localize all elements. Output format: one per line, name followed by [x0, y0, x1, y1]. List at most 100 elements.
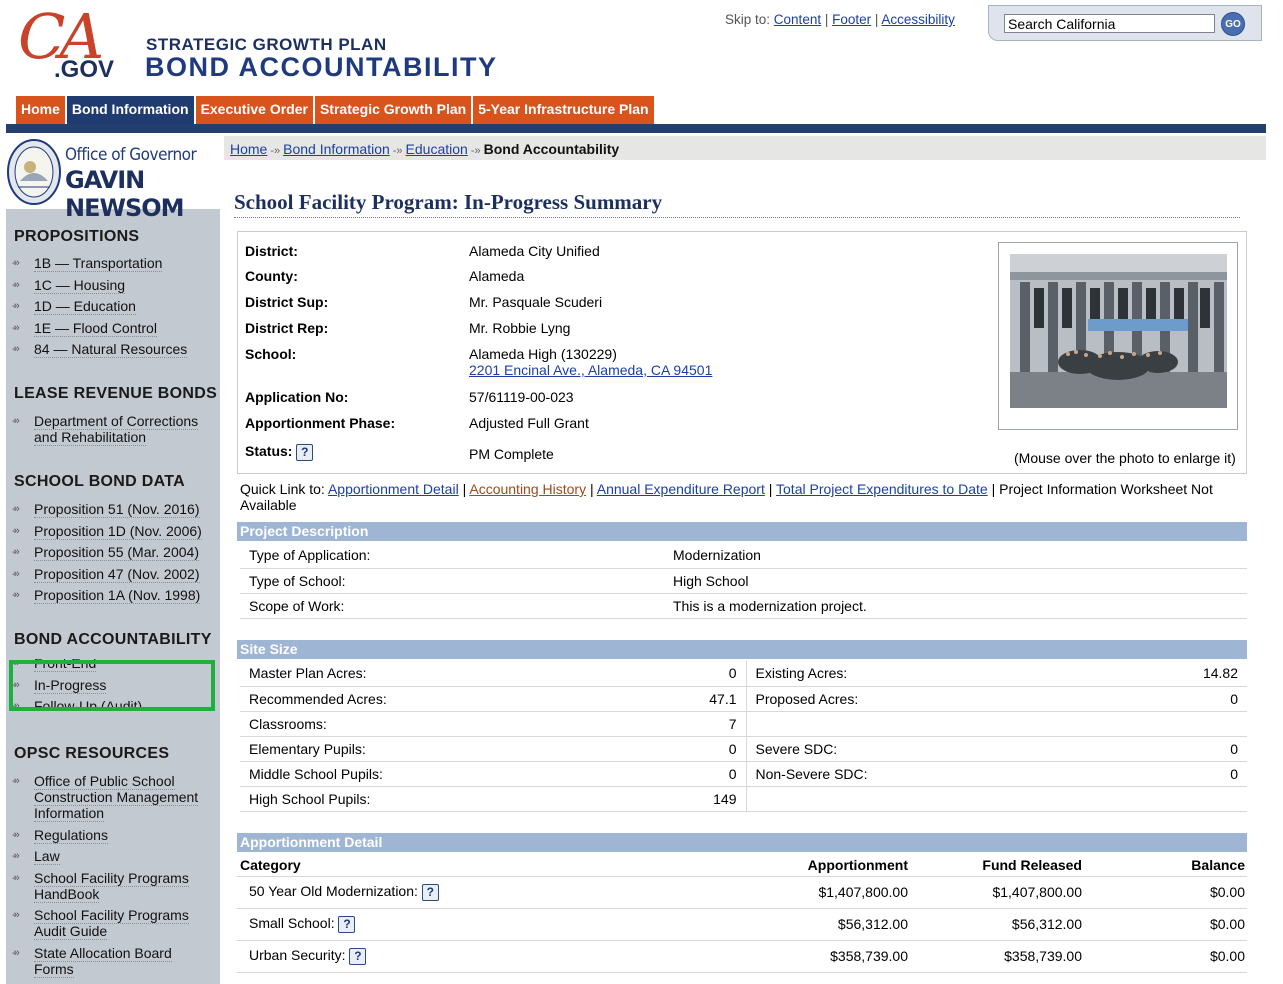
propositions-list: -» 1B — Transportation -» 1C — Housing -» 1…	[6, 255, 220, 363]
propositions-heading: PROPOSITIONS	[14, 228, 140, 245]
status-help-icon[interactable]: ?	[296, 443, 314, 461]
page-title: School Facility Program: In-Progress Sum…	[234, 190, 1240, 218]
governor-banner[interactable]: Office of Governor GAVIN NEWSOM	[6, 133, 220, 222]
top-navigation: Home Bond Information Executive Order St…	[16, 96, 654, 124]
link-apportionment-detail[interactable]: Apportionment Detail	[328, 481, 459, 497]
col-fund-released: Fund Released	[917, 854, 1091, 877]
sidebar-item-1d[interactable]: -» 1D — Education	[6, 298, 220, 316]
district-rep-label: District Rep:	[245, 320, 329, 336]
sidebar-item-prop-1d[interactable]: -» Proposition 1D (Nov. 2006)	[6, 522, 220, 540]
district-label: District:	[245, 243, 298, 259]
table-row: Scope of Work: This is a modernization p…	[240, 593, 1247, 619]
opsc-resources-heading: OPSC RESOURCES	[14, 745, 170, 762]
help-icon[interactable]: ?	[421, 883, 439, 901]
sidebar-item-1c[interactable]: -» 1C — Housing	[6, 276, 220, 294]
school-photo-frame[interactable]	[998, 242, 1238, 430]
sidebar-item-corrections[interactable]: -» Department of Corrections and Rehabili…	[6, 413, 220, 446]
site-size-table: Master Plan Acres: 0 Existing Acres: 14.…	[240, 661, 1247, 812]
type-school-value: High School	[664, 568, 1247, 594]
table-row: Recommended Acres: 47.1 Proposed Acres: …	[240, 686, 1247, 712]
link-annual-expenditure[interactable]: Annual Expenditure Report	[597, 481, 765, 497]
sidebar-item-prop-55[interactable]: -» Proposition 55 (Mar. 2004)	[6, 544, 220, 562]
site-left-value: 47.1	[640, 686, 746, 712]
logo-gov-text: .GOV	[54, 56, 115, 83]
project-summary: District: Alameda City Unified County: A…	[237, 231, 1247, 474]
project-description-heading: Project Description	[237, 522, 1247, 541]
site-right-value: 14.82	[1146, 661, 1247, 687]
released-value: $358,739.00	[917, 940, 1091, 973]
site-right-label	[745, 711, 1146, 737]
type-application-value: Modernization	[664, 543, 1247, 569]
tab-strategic-growth-plan[interactable]: Strategic Growth Plan	[314, 96, 472, 124]
sidebar-item-1e[interactable]: -» 1E — Flood Control	[6, 319, 220, 337]
breadcrumb-education[interactable]: Education	[406, 141, 468, 157]
sidebar-item-prop-1a[interactable]: -» Proposition 1A (Nov. 1998)	[6, 587, 220, 605]
ca-gov-logo[interactable]: CA .GOV	[14, 0, 134, 86]
in-progress-highlight	[9, 660, 215, 711]
status-value: PM Complete	[469, 446, 554, 462]
skip-accessibility-link[interactable]: Accessibility	[881, 12, 955, 27]
district-sup-value: Mr. Pasquale Scuderi	[469, 294, 603, 310]
sidebar-item-opsc-info[interactable]: -» Office of Public School Construction M…	[6, 773, 220, 822]
tab-bond-information[interactable]: Bond Information	[66, 96, 194, 124]
site-right-value	[1146, 711, 1247, 737]
skip-content-link[interactable]: Content	[774, 12, 821, 27]
site-right-label: Proposed Acres:	[745, 686, 1146, 712]
help-icon[interactable]: ?	[338, 915, 356, 933]
sidebar-item-prop-51[interactable]: -» Proposition 51 (Nov. 2016)	[6, 501, 220, 518]
table-row: Type of School: High School	[240, 568, 1247, 594]
sidebar-item-audit-guide[interactable]: -» School Facility Programs Audit Guide	[6, 907, 220, 941]
site-left-label: High School Pupils:	[240, 786, 640, 812]
breadcrumb-home[interactable]: Home	[230, 141, 267, 157]
site-left-label: Master Plan Acres:	[240, 661, 640, 687]
sidebar-item-law[interactable]: -» Law	[6, 848, 220, 866]
state-seal-icon	[7, 139, 61, 205]
left-sidebar: Office of Governor GAVIN NEWSOM PROPOSIT…	[6, 133, 220, 984]
site-right-value: 0	[1146, 686, 1247, 712]
site-right-label: Non-Severe SDC:	[745, 761, 1146, 787]
site-header: CA .GOV STRATEGIC GROWTH PLAN BOND ACCOU…	[0, 0, 1266, 135]
district-value: Alameda City Unified	[469, 243, 600, 259]
site-right-label: Existing Acres:	[745, 661, 1146, 687]
skip-label: Skip to:	[725, 12, 771, 27]
sidebar-item-1b[interactable]: -» 1B — Transportation	[6, 255, 220, 272]
school-address-link[interactable]: 2201 Encinal Ave., Alameda, CA 94501	[469, 362, 712, 378]
quick-links-label: Quick Link to:	[240, 481, 325, 497]
apportionment-heading: Apportionment Detail	[237, 833, 1247, 852]
opsc-resources-list: -» Office of Public School Construction M…	[6, 773, 220, 983]
breadcrumb-separator-icon: -»	[392, 145, 403, 157]
table-row: Elementary Pupils: 0 Severe SDC: 0	[240, 736, 1247, 762]
breadcrumb-bond-information[interactable]: Bond Information	[283, 141, 390, 157]
phase-value: Adjusted Full Grant	[469, 415, 589, 431]
quick-links: Quick Link to: Apportionment Detail | Ac…	[240, 481, 1213, 513]
sidebar-item-84[interactable]: -» 84 — Natural Resources	[6, 341, 220, 359]
sidebar-item-handbook[interactable]: -» School Facility Programs HandBook	[6, 869, 220, 903]
site-left-label: Middle School Pupils:	[240, 761, 640, 787]
search-input[interactable]	[1004, 14, 1215, 33]
nav-divider	[6, 124, 1266, 133]
balance-value: $0.00	[1091, 908, 1247, 941]
sidebar-item-regulations[interactable]: -» Regulations	[6, 826, 220, 844]
search-go-button[interactable]: GO	[1221, 12, 1245, 36]
sidebar-item-sab-forms[interactable]: -» State Allocation Board Forms	[6, 944, 220, 978]
tab-infrastructure-plan[interactable]: 5-Year Infrastructure Plan	[473, 96, 654, 124]
released-value: $1,407,800.00	[917, 876, 1091, 909]
site-left-value: 0	[640, 761, 746, 787]
project-description-table: Type of Application: Modernization Type …	[240, 543, 1247, 619]
site-size-heading: Site Size	[237, 640, 1247, 659]
type-school-label: Type of School:	[240, 568, 664, 594]
apportionment-value: $358,739.00	[677, 940, 917, 973]
tab-home[interactable]: Home	[16, 96, 65, 124]
help-icon[interactable]: ?	[349, 947, 367, 965]
office-of-governor-text: Office of Governor	[65, 145, 197, 165]
sidebar-item-prop-47[interactable]: -» Proposition 47 (Nov. 2002)	[6, 565, 220, 583]
tab-executive-order[interactable]: Executive Order	[195, 96, 313, 124]
photo-caption: (Mouse over the photo to enlarge it)	[1014, 450, 1236, 466]
site-right-value: 0	[1146, 736, 1247, 762]
application-value: 57/61119-00-023	[469, 389, 574, 405]
skip-footer-link[interactable]: Footer	[832, 12, 871, 27]
link-accounting-history[interactable]: Accounting History	[469, 481, 586, 497]
phase-label: Apportionment Phase:	[245, 415, 396, 431]
link-total-expenditures[interactable]: Total Project Expenditures to Date	[776, 481, 988, 497]
category-name: Small School:	[249, 915, 335, 932]
